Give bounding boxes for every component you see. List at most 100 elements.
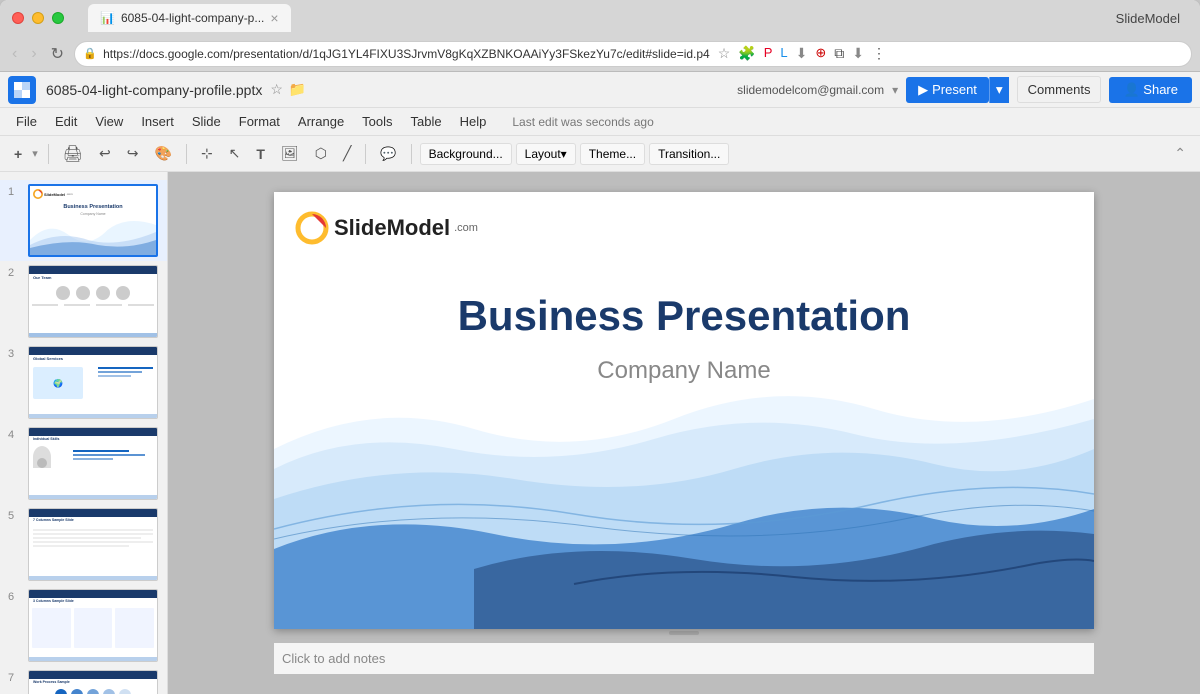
line-tool[interactable]: ╱ bbox=[337, 141, 357, 166]
folder-icon[interactable]: 📁 bbox=[289, 81, 306, 98]
scroll-handle[interactable] bbox=[669, 631, 699, 635]
cursor-tool[interactable]: ↖ bbox=[223, 141, 247, 166]
app-logo bbox=[8, 76, 36, 104]
slide-thumb-1[interactable]: SlideModel.com Business Presentation Com… bbox=[28, 184, 158, 257]
text-tool[interactable]: T bbox=[250, 142, 271, 166]
slide-item-6[interactable]: 6 3 Columns Sample Slide bbox=[0, 585, 167, 666]
slide-item-7[interactable]: 7 Work Process Sample bbox=[0, 666, 167, 694]
browser-tab[interactable]: 📊 6085-04-light-company-p... × bbox=[88, 4, 291, 32]
minimize-window-button[interactable] bbox=[32, 12, 44, 24]
zoom-separator: ▾ bbox=[30, 147, 40, 160]
tab-title: 6085-04-light-company-p... bbox=[121, 11, 264, 25]
slide-thumb-7[interactable]: Work Process Sample bbox=[28, 670, 158, 694]
notes-area[interactable]: Click to add notes bbox=[274, 643, 1094, 674]
menu-bar: File Edit View Insert Slide Format Arran… bbox=[0, 108, 1200, 136]
lastpass-icon[interactable]: ⊕ bbox=[815, 45, 826, 62]
file-name: 6085-04-light-company-profile.pptx bbox=[46, 82, 262, 98]
back-button[interactable]: ‹ bbox=[8, 43, 21, 65]
menu-tools[interactable]: Tools bbox=[354, 111, 400, 132]
download-icon[interactable]: ⬇ bbox=[796, 45, 808, 62]
bookmark-icon[interactable]: ⬇ bbox=[852, 45, 864, 62]
close-window-button[interactable] bbox=[12, 12, 24, 24]
slide-number-6: 6 bbox=[8, 589, 22, 603]
comments-button[interactable]: Comments bbox=[1017, 76, 1102, 103]
slide-number-5: 5 bbox=[8, 508, 22, 522]
slidemodel-text: SlideModel bbox=[334, 215, 450, 241]
menu-help[interactable]: Help bbox=[452, 111, 495, 132]
share-person-icon: 👤 bbox=[1123, 82, 1139, 97]
notes-placeholder: Click to add notes bbox=[282, 651, 385, 666]
slide-item-5[interactable]: 5 7 Columns Sample Slide bbox=[0, 504, 167, 585]
menu-view[interactable]: View bbox=[87, 111, 131, 132]
scroll-indicator bbox=[274, 631, 1094, 635]
present-button-group: ▶ Present ▾ bbox=[906, 77, 1009, 103]
main-content: 1 SlideModel.com Business Presentation bbox=[0, 172, 1200, 694]
tab-bar: 📊 6085-04-light-company-p... × bbox=[88, 4, 1108, 32]
pinterest-icon[interactable]: P bbox=[764, 45, 773, 62]
menu-icon[interactable]: ⋮ bbox=[872, 45, 886, 62]
buffer-icon[interactable]: L bbox=[780, 45, 787, 62]
theme-button[interactable]: Theme... bbox=[580, 143, 645, 165]
menu-table[interactable]: Table bbox=[403, 111, 450, 132]
layout-button[interactable]: Layout▾ bbox=[516, 143, 576, 165]
slidemodel-label: SlideModel bbox=[1116, 11, 1188, 26]
slide-number-3: 3 bbox=[8, 346, 22, 360]
file-icons: ☆ 📁 bbox=[270, 81, 306, 98]
present-button[interactable]: ▶ Present bbox=[906, 77, 989, 103]
slidemodel-com: .com bbox=[454, 222, 478, 234]
address-bar-icons: ☆ 🧩 P L ⬇ ⊕ ⧉ ⬇ ⋮ bbox=[718, 45, 886, 62]
slide-item-4[interactable]: 4 Individual Skills bbox=[0, 423, 167, 504]
address-bar[interactable]: 🔒 https://docs.google.com/presentation/d… bbox=[74, 41, 1192, 67]
slide-main-title: Business Presentation bbox=[274, 292, 1094, 340]
zoom-in-button[interactable]: + bbox=[8, 142, 28, 166]
transition-button[interactable]: Transition... bbox=[649, 143, 729, 165]
star-icon[interactable]: ☆ bbox=[718, 45, 731, 62]
title-actions: slidemodelcom@gmail.com ▾ ▶ Present ▾ Co… bbox=[737, 76, 1192, 103]
edit-status: Last edit was seconds ago bbox=[512, 115, 653, 129]
redo-button[interactable]: ↪ bbox=[121, 141, 145, 166]
shapes-tool[interactable]: ⬡ bbox=[309, 141, 333, 166]
toolbar-collapse-button[interactable]: ⌃ bbox=[1168, 141, 1192, 166]
select-tool[interactable]: ⊹ bbox=[195, 141, 219, 166]
menu-file[interactable]: File bbox=[8, 111, 45, 132]
menu-insert[interactable]: Insert bbox=[133, 111, 182, 132]
slide-1-preview: SlideModel.com Business Presentation Com… bbox=[30, 186, 156, 255]
background-button[interactable]: Background... bbox=[420, 143, 512, 165]
menu-format[interactable]: Format bbox=[231, 111, 288, 132]
maximize-window-button[interactable] bbox=[52, 12, 64, 24]
comment-tool[interactable]: 💬 bbox=[374, 142, 402, 166]
share-button[interactable]: 👤 Share bbox=[1109, 77, 1192, 103]
address-bar-row: ‹ › ↻ 🔒 https://docs.google.com/presenta… bbox=[0, 36, 1200, 72]
menu-arrange[interactable]: Arrange bbox=[290, 111, 352, 132]
slide-item-1[interactable]: 1 SlideModel.com Business Presentation bbox=[0, 180, 167, 261]
layers-icon[interactable]: ⧉ bbox=[834, 45, 844, 62]
tab-close-icon[interactable]: × bbox=[270, 10, 278, 26]
forward-button[interactable]: › bbox=[27, 43, 40, 65]
slide-thumb-2[interactable]: Our Team bbox=[28, 265, 158, 338]
present-dropdown-button[interactable]: ▾ bbox=[989, 77, 1009, 103]
print-button[interactable]: 🖨 bbox=[57, 140, 89, 168]
reload-button[interactable]: ↻ bbox=[47, 42, 68, 66]
slide-number-4: 4 bbox=[8, 427, 22, 441]
undo-button[interactable]: ↩ bbox=[93, 141, 117, 166]
image-tool[interactable]: 🖼 bbox=[275, 141, 305, 166]
user-dropdown-icon[interactable]: ▾ bbox=[892, 83, 898, 97]
slide-canvas[interactable]: SlideModel.com Business Presentation Com… bbox=[274, 192, 1094, 629]
paint-format-button[interactable]: 🎨 bbox=[149, 141, 178, 166]
slide-item-3[interactable]: 3 Global Services 🌍 bbox=[0, 342, 167, 423]
toolbar-separator-2 bbox=[186, 144, 187, 164]
star-file-icon[interactable]: ☆ bbox=[270, 81, 283, 98]
toolbar-separator-3 bbox=[365, 144, 366, 164]
menu-slide[interactable]: Slide bbox=[184, 111, 229, 132]
menu-edit[interactable]: Edit bbox=[47, 111, 85, 132]
extensions-icon[interactable]: 🧩 bbox=[738, 45, 755, 62]
toolbar-separator-4 bbox=[411, 144, 412, 164]
slide-item-2[interactable]: 2 Our Team bbox=[0, 261, 167, 342]
slide-thumb-3[interactable]: Global Services 🌍 bbox=[28, 346, 158, 419]
slide-thumb-4[interactable]: Individual Skills bbox=[28, 427, 158, 500]
slide-thumb-5[interactable]: 7 Columns Sample Slide bbox=[28, 508, 158, 581]
slide-thumb-6[interactable]: 3 Columns Sample Slide bbox=[28, 589, 158, 662]
app-area: 6085-04-light-company-profile.pptx ☆ 📁 s… bbox=[0, 72, 1200, 694]
slide-number-7: 7 bbox=[8, 670, 22, 684]
toolbar-separator-1 bbox=[48, 144, 49, 164]
